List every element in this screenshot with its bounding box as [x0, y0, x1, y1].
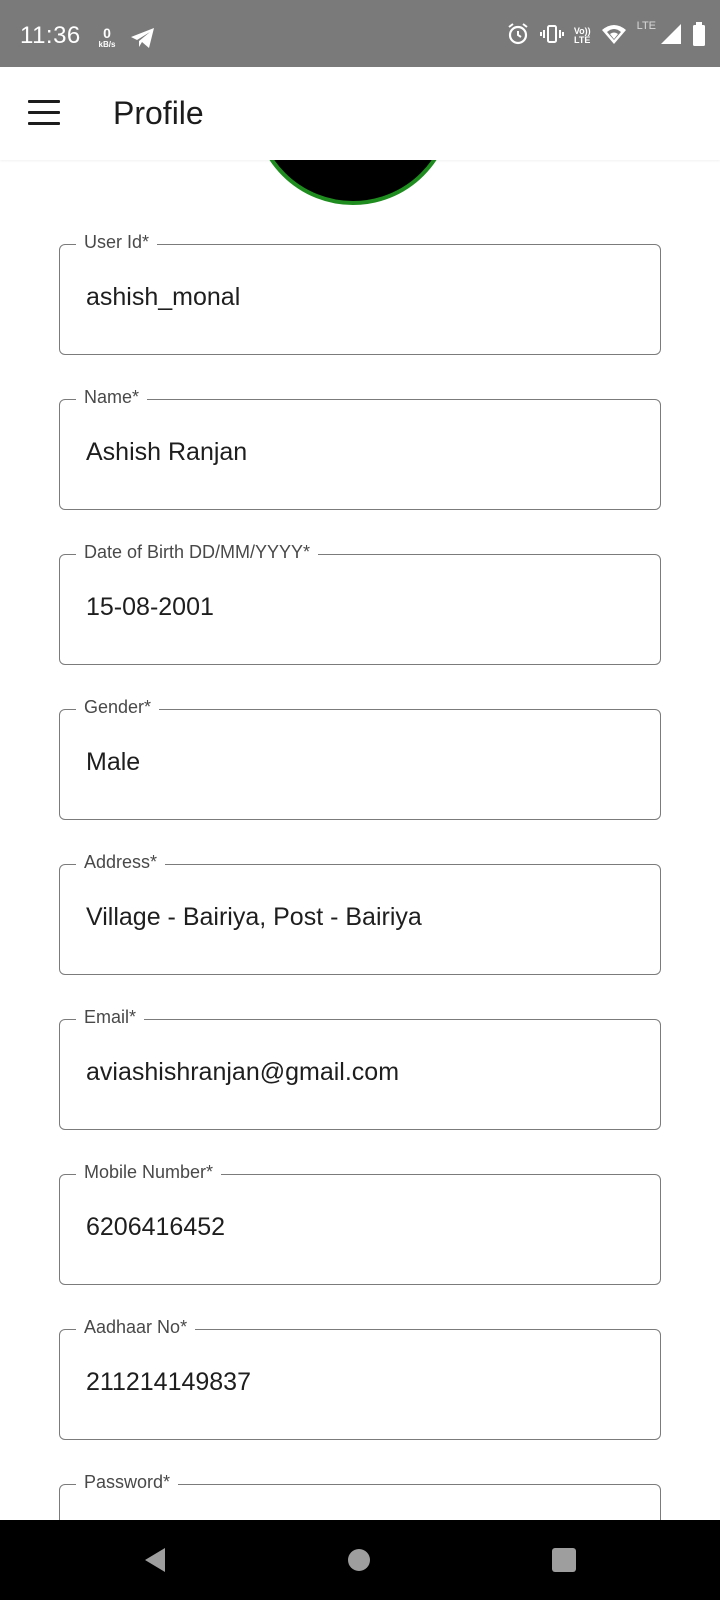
mobile-number-field[interactable]: Mobile Number* 6206416452	[59, 1162, 661, 1285]
address-value: Village - Bairiya, Post - Bairiya	[86, 903, 422, 931]
vibrate-icon	[539, 23, 564, 50]
recents-icon[interactable]	[552, 1548, 576, 1572]
network-speed-value: 0	[103, 25, 111, 41]
status-icons: Vo)) LTE LTE	[506, 20, 706, 51]
alarm-icon	[506, 22, 530, 51]
status-bar: 11:36 0 kB/s Vo)) LTE LTE	[0, 0, 720, 67]
name-field[interactable]: Name* Ashish Ranjan	[59, 387, 661, 510]
navigation-bar	[0, 1520, 720, 1600]
aadhaar-no-label: Aadhaar No*	[76, 1317, 196, 1338]
profile-avatar[interactable]	[253, 160, 453, 205]
app-bar: Profile	[0, 67, 720, 160]
user-id-value: ashish_monal	[86, 283, 241, 311]
user-id-label: User Id*	[76, 232, 158, 253]
menu-icon[interactable]	[28, 100, 60, 126]
password-field[interactable]: Password*	[59, 1472, 661, 1520]
name-label: Name*	[76, 387, 148, 408]
network-speed-unit: kB/s	[98, 40, 116, 49]
page-title: Profile	[113, 95, 204, 131]
volte-line2: LTE	[574, 35, 591, 45]
date-of-birth-label: Date of Birth DD/MM/YYYY*	[76, 542, 319, 563]
gender-value: Male	[86, 748, 141, 776]
aadhaar-no-field[interactable]: Aadhaar No* 211214149837	[59, 1317, 661, 1440]
date-of-birth-value: 15-08-2001	[86, 593, 214, 621]
email-value: aviashishranjan@gmail.com	[86, 1058, 400, 1086]
date-of-birth-field[interactable]: Date of Birth DD/MM/YYYY* 15-08-2001	[59, 542, 661, 665]
volte-icon: Vo)) LTE	[574, 27, 591, 45]
mobile-number-label: Mobile Number*	[76, 1162, 222, 1183]
network-speed: 0 kB/s	[94, 26, 120, 49]
lte-label: LTE	[636, 20, 656, 32]
password-label: Password*	[76, 1472, 179, 1493]
profile-form[interactable]: User Id* ashish_monal Name* Ashish Ranja…	[0, 160, 720, 1520]
address-label: Address*	[76, 852, 166, 873]
wifi-icon	[601, 23, 627, 50]
user-id-field[interactable]: User Id* ashish_monal	[59, 232, 661, 355]
back-icon[interactable]	[143, 1546, 167, 1579]
email-label: Email*	[76, 1007, 145, 1028]
address-field[interactable]: Address* Village - Bairiya, Post - Bairi…	[59, 852, 661, 975]
signal-icon	[660, 23, 682, 50]
battery-icon	[692, 21, 706, 51]
name-value: Ashish Ranjan	[86, 438, 248, 466]
email-field[interactable]: Email* aviashishranjan@gmail.com	[59, 1007, 661, 1130]
status-time: 11:36	[20, 22, 81, 49]
gender-label: Gender*	[76, 697, 160, 718]
mobile-number-value: 6206416452	[86, 1213, 226, 1241]
home-icon[interactable]	[348, 1549, 370, 1571]
gender-field[interactable]: Gender* Male	[59, 697, 661, 820]
telegram-icon	[130, 27, 156, 54]
aadhaar-no-value: 211214149837	[86, 1368, 251, 1396]
